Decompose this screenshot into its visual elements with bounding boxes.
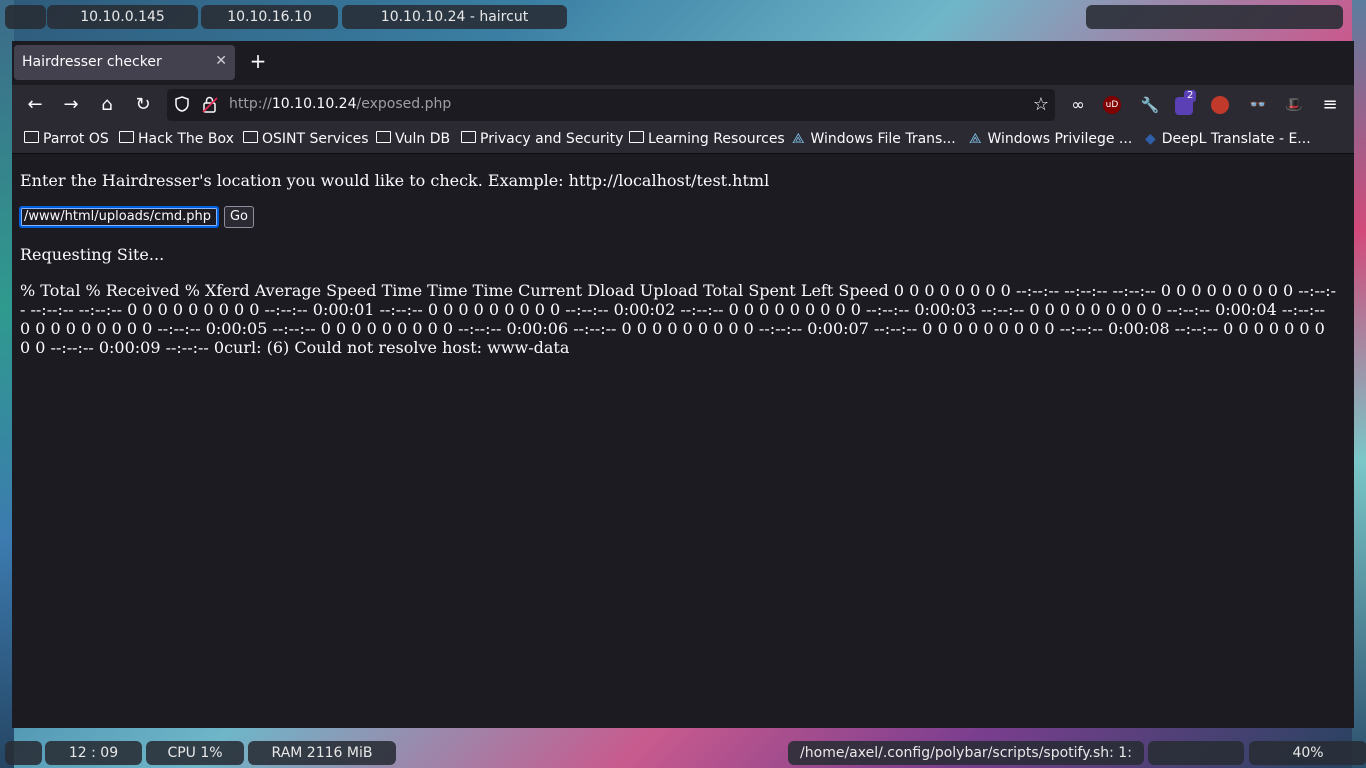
folder-icon <box>629 131 644 143</box>
location-input[interactable]: /www/html/uploads/cmd.php <box>19 206 219 228</box>
folder-icon <box>376 131 391 143</box>
site-favicon-icon: ⟁ <box>969 131 982 147</box>
url-bar[interactable]: http://10.10.10.24/exposed.php ☆ <box>167 89 1055 121</box>
home-icon[interactable]: ⌂ <box>95 93 119 117</box>
bookmark-vuln-db[interactable]: Vuln DB <box>376 131 450 147</box>
deepl-icon: ◆ <box>1145 131 1156 147</box>
cpu-usage: CPU 1% <box>146 741 244 765</box>
fox-extension-icon[interactable] <box>1211 96 1229 114</box>
status-text: Requesting Site... <box>20 245 165 264</box>
bookmark-label: OSINT Services <box>262 131 369 147</box>
back-arrow-icon[interactable]: ← <box>23 93 47 117</box>
tab-hairdresser-checker[interactable]: Hairdresser checker ✕ <box>14 45 235 80</box>
workspace-menu[interactable] <box>5 5 46 29</box>
forward-arrow-icon[interactable]: → <box>59 93 83 117</box>
extension-badge: 2 <box>1184 90 1197 102</box>
bookmark-osint-services[interactable]: OSINT Services <box>243 131 369 147</box>
url-scheme: http:// <box>229 96 272 112</box>
bookmark-label: Windows File Trans... <box>810 131 956 147</box>
bookmark-privacy-security[interactable]: Privacy and Security <box>461 131 623 147</box>
folder-icon <box>461 131 476 143</box>
ram-usage: RAM 2116 MiB <box>248 741 396 765</box>
spotify-status: /home/axel/.config/polybar/scripts/spoti… <box>788 741 1144 765</box>
bookmark-hack-the-box[interactable]: Hack The Box <box>119 131 234 147</box>
workspace-3[interactable]: 10.10.10.24 - haircut <box>342 5 567 29</box>
new-tab-button[interactable]: + <box>246 49 270 73</box>
curl-output: % Total % Received % Xferd Average Speed… <box>20 281 1337 357</box>
go-button[interactable]: Go <box>224 206 254 228</box>
bookmark-windows-file-transfer[interactable]: ⟁ Windows File Trans... <box>792 131 956 147</box>
wrench-icon[interactable]: 🔧 <box>1139 94 1161 116</box>
bookmark-label: DeepL Translate - E... <box>1161 131 1311 147</box>
workspace-2[interactable]: 10.10.16.10 <box>201 5 338 29</box>
workspace-1[interactable]: 10.10.0.145 <box>47 5 198 29</box>
folder-icon <box>119 131 134 143</box>
bookmark-label: Windows Privilege ... <box>987 131 1133 147</box>
instruction-text: Enter the Hairdresser's location you wou… <box>20 171 770 190</box>
bookmark-deepl-translate[interactable]: ◆ DeepL Translate - E... <box>1145 131 1311 147</box>
ublock-icon[interactable]: uD <box>1103 96 1121 114</box>
bookmark-parrot-os[interactable]: Parrot OS <box>24 131 109 147</box>
spy-glasses-icon[interactable]: 👓 <box>1247 94 1269 116</box>
tab-strip: Hairdresser checker ✕ + <box>12 41 1354 85</box>
page-content: Enter the Hairdresser's location you wou… <box>12 154 1354 728</box>
url-host: 10.10.10.24 <box>271 96 357 112</box>
bottom-spacer <box>1148 741 1244 765</box>
private-mask-icon[interactable]: ∞ <box>1067 94 1089 116</box>
bookmark-label: Hack The Box <box>138 131 234 147</box>
bottom-panel: 12 : 09 CPU 1% RAM 2116 MiB /home/axel/.… <box>0 738 1366 768</box>
bookmark-label: Privacy and Security <box>480 131 624 147</box>
volume-level[interactable]: 40% <box>1249 741 1366 765</box>
clock: 12 : 09 <box>45 741 142 765</box>
bookmark-label: Learning Resources <box>648 131 785 147</box>
url-path: /exposed.php <box>356 96 452 112</box>
site-favicon-icon: ⟁ <box>792 131 805 147</box>
bookmarks-toolbar: Parrot OS Hack The Box OSINT Services Vu… <box>12 125 1354 154</box>
top-panel: 10.10.0.145 10.10.16.10 10.10.10.24 - ha… <box>0 0 1366 34</box>
bookmark-learning-resources[interactable]: Learning Resources <box>629 131 785 147</box>
navigation-toolbar: ← → ⌂ ↻ http://10.10.10.24/exposed.php ☆… <box>12 85 1354 125</box>
insecure-lock-icon[interactable] <box>202 95 218 117</box>
reload-icon[interactable]: ↻ <box>131 93 155 117</box>
close-icon[interactable]: ✕ <box>215 53 227 69</box>
bookmark-label: Vuln DB <box>395 131 451 147</box>
folder-icon <box>24 131 39 143</box>
bookmark-star-icon[interactable]: ☆ <box>1033 94 1049 115</box>
bookmark-label: Parrot OS <box>43 131 109 147</box>
hamburger-menu-icon[interactable]: ≡ <box>1318 93 1342 117</box>
browser-window: Hairdresser checker ✕ + ← → ⌂ ↻ http://1… <box>12 41 1354 728</box>
bookmark-windows-privilege[interactable]: ⟁ Windows Privilege ... <box>969 131 1132 147</box>
bottom-menu[interactable] <box>5 741 42 765</box>
tab-title: Hairdresser checker <box>22 54 162 70</box>
folder-icon <box>243 131 258 143</box>
shield-icon[interactable] <box>175 96 191 114</box>
wallpaper-right <box>1352 0 1366 768</box>
hat-icon[interactable]: 🎩 <box>1283 94 1305 116</box>
url-text[interactable]: http://10.10.10.24/exposed.php <box>229 96 451 112</box>
top-right-panel <box>1086 5 1343 29</box>
